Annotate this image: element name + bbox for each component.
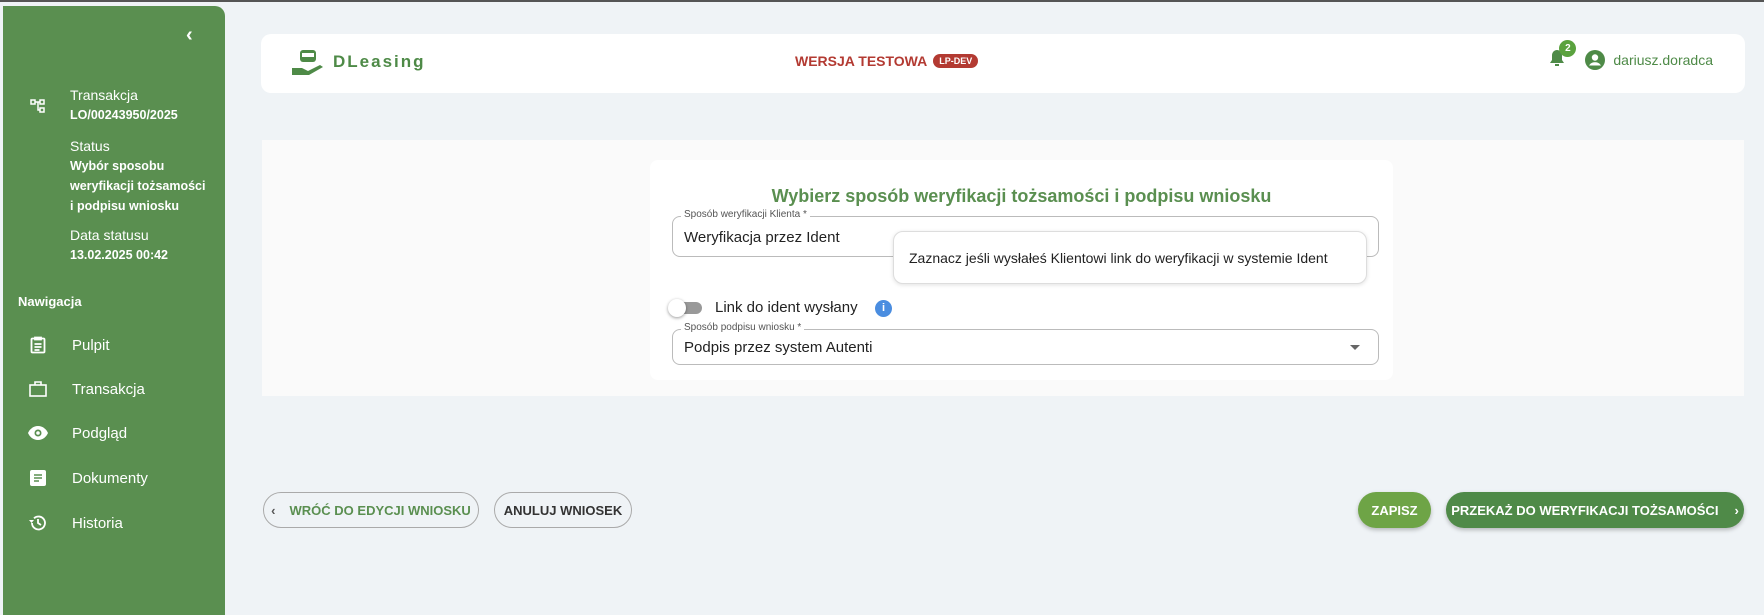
clipboard-icon	[28, 336, 48, 354]
content-panel: Wybierz sposób weryfikacji tożsamości i …	[262, 140, 1744, 396]
button-label: PRZEKAŻ DO WERYFIKACJI TOŻSAMOŚCI	[1451, 502, 1719, 518]
nav-heading: Nawigacja	[18, 294, 82, 309]
field-value: Weryfikacja przez Ident	[684, 229, 840, 246]
status-line: i podpisu wniosku	[70, 199, 180, 213]
submit-verification-button[interactable]: PRZEKAŻ DO WERYFIKACJI TOŻSAMOŚCI ›	[1446, 492, 1744, 528]
nav-label: Dokumenty	[72, 469, 148, 487]
chevron-left-icon: ‹	[271, 502, 276, 518]
briefcase-icon	[28, 381, 48, 397]
transaction-number: LO/00243950/2025	[70, 108, 178, 122]
sidebar-item-pulpit[interactable]: Pulpit	[3, 325, 225, 365]
logo-text: DLeasing	[333, 52, 426, 71]
status-date-label: Data statusu	[70, 227, 149, 243]
status-value: Wybór sposobu weryfikacji tożsamości i p…	[70, 156, 205, 216]
env-label: WERSJA TESTOWA	[795, 53, 928, 69]
document-icon	[28, 470, 48, 486]
back-to-edit-button[interactable]: ‹ WRÓĆ DO EDYCJI WNIOSKU	[263, 492, 479, 528]
field-label: Sposób weryfikacji Klienta *	[681, 209, 810, 220]
eye-icon	[28, 426, 48, 440]
button-label: ANULUJ WNIOSEK	[503, 502, 623, 518]
button-label: WRÓĆ DO EDYCJI WNIOSKU	[289, 502, 471, 518]
user-area: 2 dariusz.doradca	[1549, 40, 1713, 70]
nav-label: Historia	[72, 514, 123, 532]
sidebar-item-historia[interactable]: Historia	[3, 503, 225, 543]
history-icon	[28, 514, 48, 532]
signature-method-select[interactable]: Sposób podpisu wniosku * Podpis przez sy…	[672, 322, 1379, 365]
sidebar-item-dokumenty[interactable]: Dokumenty	[3, 458, 225, 498]
nav-label: Pulpit	[72, 336, 110, 354]
cancel-application-button[interactable]: ANULUJ WNIOSEK	[494, 492, 632, 528]
logo[interactable]: DLeasing	[291, 48, 426, 76]
top-header: DLeasing WERSJA TESTOWA LP-DEV 2 dariusz…	[261, 34, 1745, 93]
tooltip: Zaznacz jeśli wysłałeś Klientowi link do…	[893, 231, 1367, 284]
nav-label: Transakcja	[72, 380, 145, 398]
save-button[interactable]: ZAPISZ	[1358, 492, 1431, 528]
dropdown-arrow-icon	[1350, 345, 1360, 350]
field-value: Podpis przez system Autenti	[684, 339, 873, 356]
notifications-button[interactable]: 2	[1549, 40, 1577, 70]
environment-indicator: WERSJA TESTOWA LP-DEV	[795, 53, 979, 69]
toggle-label: Link do ident wysłany	[715, 299, 858, 316]
username[interactable]: dariusz.doradca	[1613, 52, 1713, 68]
sidebar: ‹ Transakcja LO/00243950/2025 Status Wyb…	[3, 6, 225, 615]
env-badge: LP-DEV	[933, 54, 979, 68]
status-date-value: 13.02.2025 00:42	[70, 248, 169, 262]
sidebar-item-transakcja[interactable]: Transakcja	[3, 369, 225, 409]
transaction-label: Transakcja	[70, 87, 138, 103]
field-label: Sposób podpisu wniosku *	[681, 322, 805, 333]
hierarchy-icon	[30, 99, 45, 113]
info-icon[interactable]: i	[875, 300, 892, 317]
chevron-left-icon[interactable]: ‹	[186, 24, 193, 47]
ident-link-sent-toggle[interactable]	[668, 299, 704, 317]
notification-count-badge: 2	[1559, 40, 1577, 57]
button-label: ZAPISZ	[1371, 502, 1418, 518]
sidebar-item-podglad[interactable]: Podgląd	[3, 413, 225, 453]
status-line: Wybór sposobu	[70, 159, 165, 173]
chevron-right-icon: ›	[1734, 502, 1739, 518]
form-card: Wybierz sposób weryfikacji tożsamości i …	[650, 160, 1393, 380]
car-hand-logo-icon	[292, 50, 323, 75]
account-circle-icon[interactable]	[1585, 49, 1606, 70]
form-title: Wybierz sposób weryfikacji tożsamości i …	[771, 186, 1272, 206]
status-label: Status	[70, 138, 110, 154]
status-line: weryfikacji tożsamości	[70, 179, 206, 193]
nav-label: Podgląd	[72, 424, 128, 442]
